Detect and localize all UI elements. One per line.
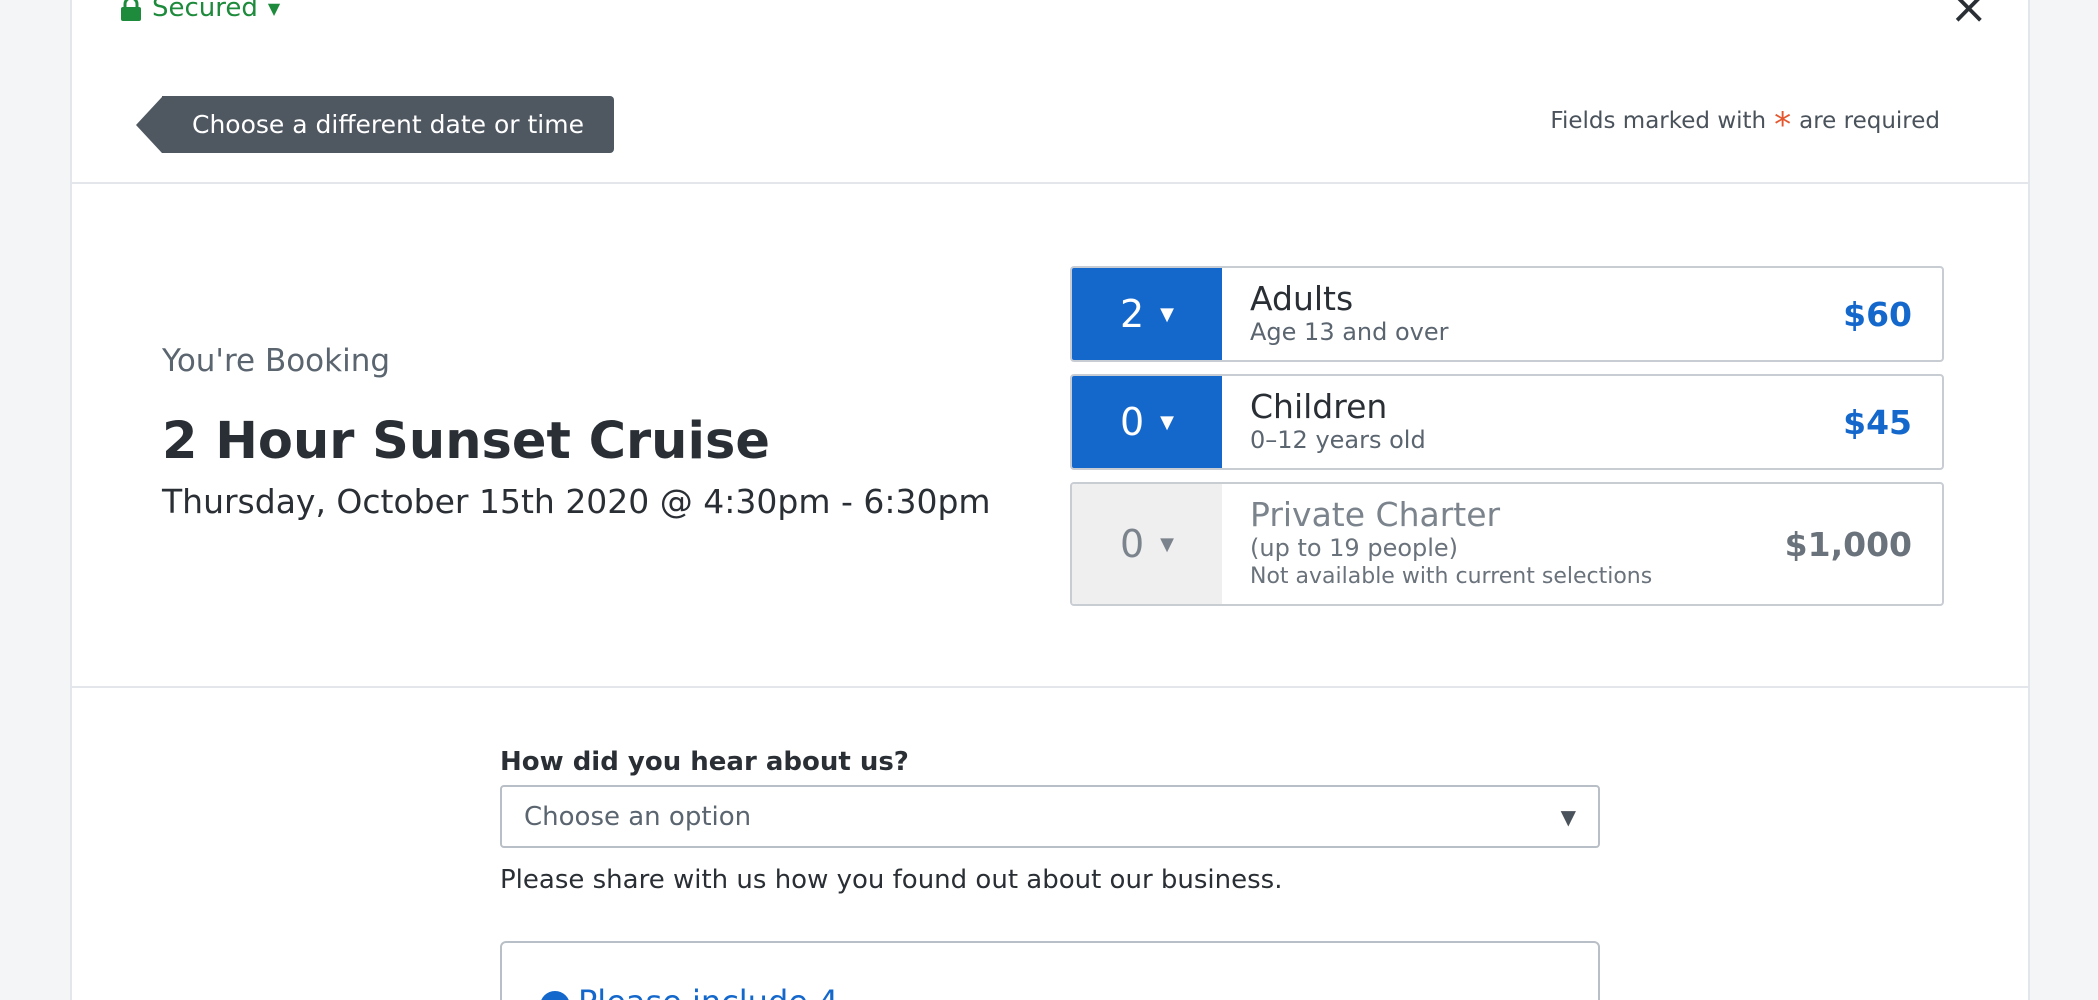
close-icon[interactable]: ×	[1949, 0, 1988, 30]
ticket-name: Children	[1250, 386, 1388, 426]
ticket-subtitle: Age 13 and over	[1250, 318, 1449, 347]
ticket-price: $45	[1843, 402, 1912, 442]
private-charter-info: Private Charter (up to 19 people) Not av…	[1222, 484, 1785, 604]
adults-quantity-value: 2	[1119, 292, 1145, 336]
header-divider	[72, 182, 2028, 184]
secured-label: Secured	[152, 0, 258, 23]
lock-icon	[120, 0, 142, 21]
ticket-subtitle: (up to 19 people)	[1250, 534, 1459, 563]
required-fields-note: Fields marked with * are required	[1550, 105, 1940, 145]
tag-arrow	[136, 96, 162, 153]
ticket-children: 0 ▼ Children 0–12 years old $45	[1070, 374, 1944, 470]
referral-select[interactable]: Choose an option ▼	[500, 785, 1600, 848]
children-info: Children 0–12 years old	[1222, 376, 1843, 468]
section-divider	[72, 686, 2028, 688]
required-prefix: Fields marked with	[1550, 108, 1767, 134]
ticket-price: $60	[1843, 294, 1912, 334]
ticket-subtitle: 0–12 years old	[1250, 426, 1426, 455]
required-suffix: are required	[1799, 108, 1940, 134]
booking-label: You're Booking	[162, 343, 391, 379]
adults-quantity-select[interactable]: 2 ▼	[1072, 268, 1222, 360]
private-charter-quantity-select[interactable]: 0 ▼	[1072, 484, 1222, 604]
ticket-private-charter: 0 ▼ Private Charter (up to 19 people) No…	[1070, 482, 1944, 606]
referral-placeholder: Choose an option	[524, 801, 752, 832]
choose-different-date-label: Choose a different date or time	[162, 96, 614, 153]
children-quantity-value: 0	[1119, 400, 1145, 444]
ticket-price: $1,000	[1784, 524, 1912, 564]
caret-down-icon: ▼	[1160, 411, 1175, 433]
ticket-availability-note: Not available with current selections	[1250, 564, 1653, 590]
secured-indicator[interactable]: Secured ▼	[120, 0, 280, 23]
referral-label: How did you hear about us?	[500, 747, 909, 777]
private-charter-quantity-value: 0	[1119, 522, 1145, 566]
caret-down-icon: ▼	[1160, 303, 1175, 325]
ticket-name: Private Charter	[1250, 495, 1501, 535]
booking-title: 2 Hour Sunset Cruise	[162, 412, 770, 471]
info-icon	[540, 991, 570, 1000]
caret-down-icon: ▼	[1560, 804, 1576, 829]
choose-different-date-button[interactable]: Choose a different date or time	[136, 96, 614, 153]
ticket-name: Adults	[1250, 278, 1354, 318]
notice-box: Please include 4	[500, 941, 1600, 1000]
notice-text: Please include 4	[578, 983, 838, 1000]
caret-down-icon: ▼	[1160, 533, 1175, 555]
children-quantity-select[interactable]: 0 ▼	[1072, 376, 1222, 468]
booking-datetime: Thursday, October 15th 2020 @ 4:30pm - 6…	[162, 482, 991, 521]
adults-info: Adults Age 13 and over	[1222, 268, 1843, 360]
ticket-adults: 2 ▼ Adults Age 13 and over $60	[1070, 266, 1944, 362]
required-asterisk: *	[1774, 105, 1792, 145]
caret-down-icon: ▼	[267, 0, 281, 18]
booking-panel: Secured ▼ × Choose a different date or t…	[70, 0, 2030, 1000]
referral-help-text: Please share with us how you found out a…	[500, 865, 1283, 895]
